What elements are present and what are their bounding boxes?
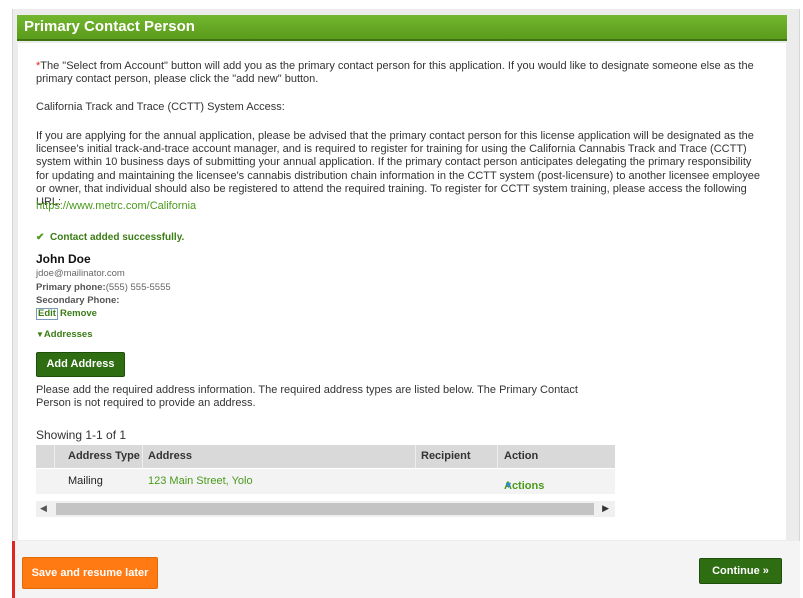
secondary-phone: Secondary Phone: [36, 295, 119, 306]
cell-address-type: Mailing [68, 475, 103, 487]
addresses-toggle[interactable]: ▼Addresses [36, 329, 93, 340]
select-from-account-note: *The "Select from Account" button will a… [36, 60, 766, 86]
primary-phone: Primary phone:(555) 555-5555 [36, 282, 171, 293]
contact-name: John Doe [36, 252, 91, 266]
select-from-account-text: The "Select from Account" button will ad… [36, 60, 754, 86]
results-count: Showing 1-1 of 1 [36, 428, 127, 442]
scroll-thumb[interactable] [56, 503, 594, 515]
primary-phone-label: Primary phone: [36, 282, 106, 293]
scroll-left-icon[interactable]: ◀ [40, 503, 47, 514]
scroll-right-icon[interactable]: ▶ [602, 503, 609, 514]
save-and-resume-button[interactable]: Save and resume later [22, 557, 158, 589]
caret-down-icon: ▼ [504, 480, 513, 490]
success-text: Contact added successfully. [50, 232, 185, 243]
column-divider [142, 445, 143, 468]
addresses-toggle-label: Addresses [43, 329, 93, 340]
cctt-heading: California Track and Trace (CCTT) System… [36, 101, 285, 113]
edit-contact-link[interactable]: Edit [36, 308, 58, 320]
column-action[interactable]: Action [504, 450, 538, 462]
column-address-type[interactable]: Address Type [68, 450, 140, 462]
primary-phone-value: (555) 555-5555 [105, 282, 171, 293]
cell-address-link[interactable]: 123 Main Street, Yolo [148, 475, 253, 487]
remove-contact-link[interactable]: Remove [60, 308, 97, 319]
success-message: ✔ Contact added successfully. [36, 232, 184, 243]
cctt-paragraph: If you are applying for the annual appli… [36, 130, 761, 209]
secondary-phone-label: Secondary Phone: [36, 295, 120, 306]
address-table: Address Type Address Recipient Action Ma… [36, 445, 615, 522]
panel-header: Primary Contact Person [17, 15, 787, 41]
address-instructions: Please add the required address informat… [36, 384, 578, 410]
table-header: Address Type Address Recipient Action [36, 445, 615, 468]
table-row: Mailing 123 Main Street, Yolo Actions ▼ [36, 469, 615, 494]
metrc-url-link[interactable]: https://www.metrc.com/California [36, 200, 196, 213]
caret-down-icon: ▼ [36, 330, 44, 339]
column-recipient[interactable]: Recipient [421, 450, 471, 462]
contact-email: jdoe@mailinator.com [36, 268, 125, 279]
horizontal-scrollbar[interactable]: ◀ ▶ [36, 501, 615, 517]
column-address[interactable]: Address [148, 450, 192, 462]
continue-button[interactable]: Continue » [699, 558, 782, 584]
check-icon: ✔ [36, 232, 45, 243]
panel-title: Primary Contact Person [24, 18, 195, 35]
column-divider [54, 445, 55, 468]
add-address-button[interactable]: Add Address [36, 352, 125, 377]
column-divider [415, 445, 416, 468]
column-divider [497, 445, 498, 468]
